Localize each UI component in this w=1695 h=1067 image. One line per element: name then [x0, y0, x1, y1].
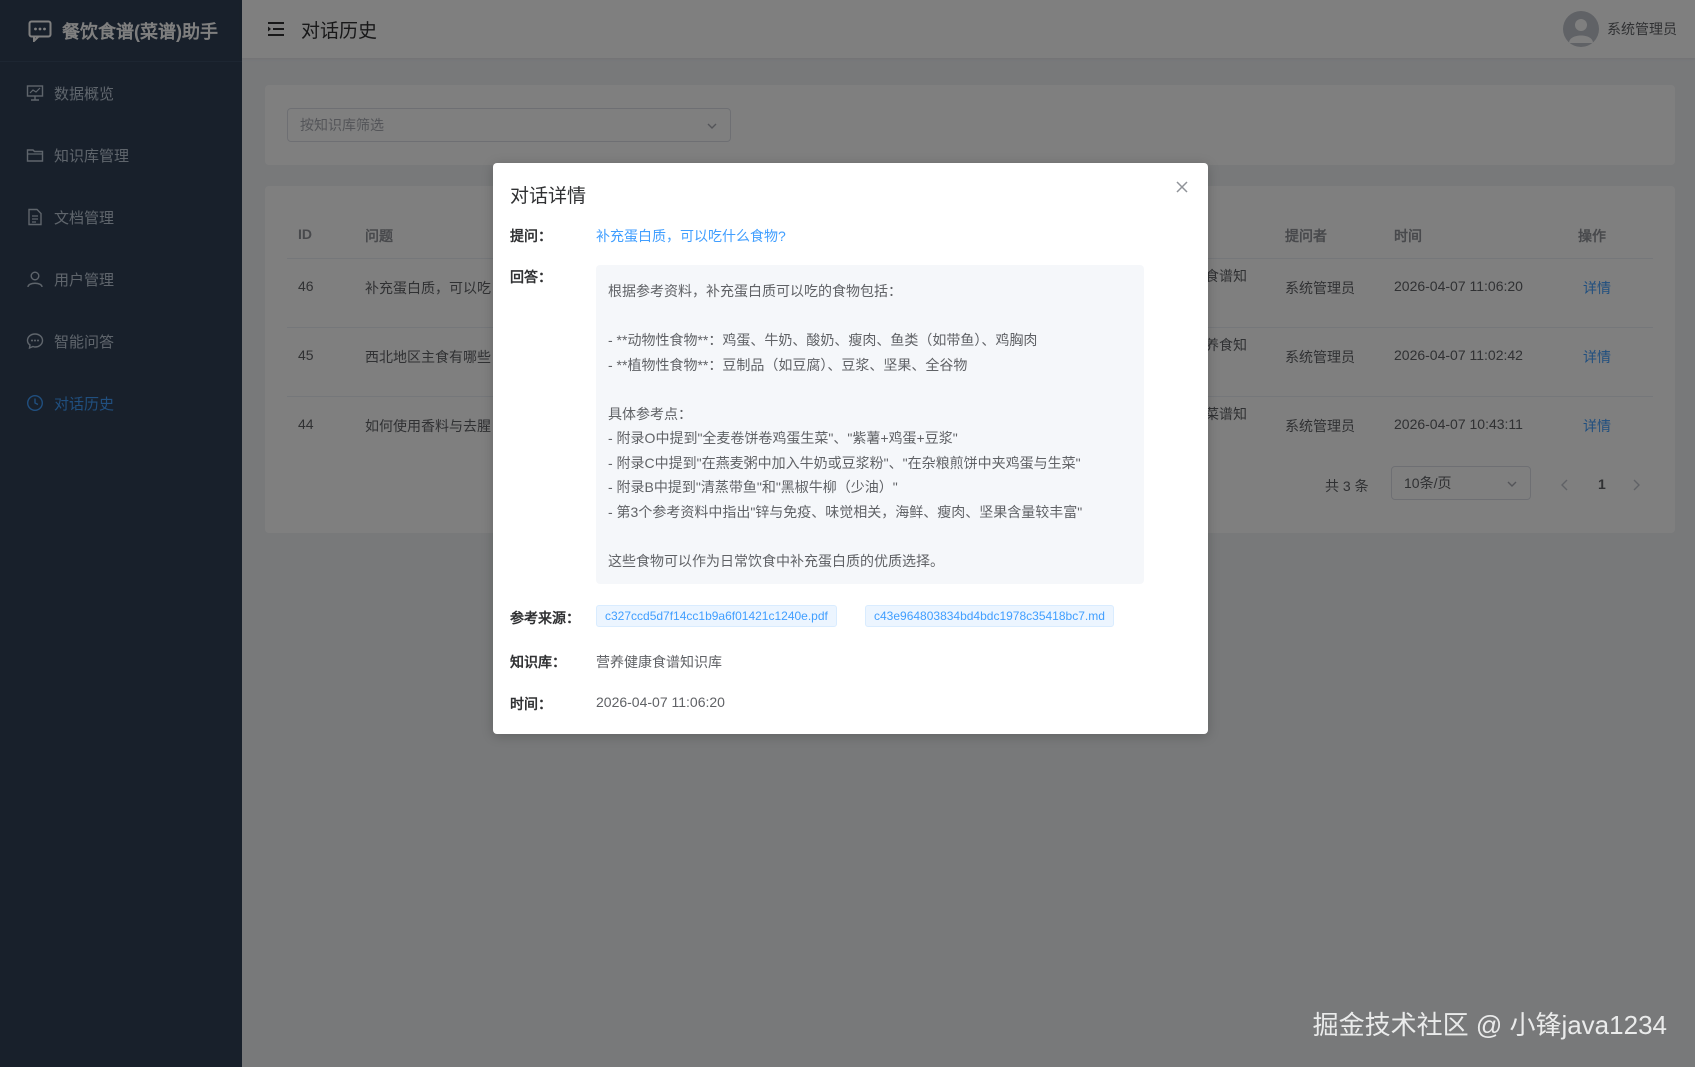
answer-line: 具体参考点：	[608, 405, 692, 422]
knowledge-base-label: 知识库：	[510, 654, 566, 670]
answer-line: - 附录B中提到"清蒸带鱼"和"黑椒牛柳（少油）"	[608, 479, 898, 495]
answer-line: - 第3个参考资料中指出"锌与免疫、味觉相关，海鲜、瘦肉、坚果含量较丰富"	[608, 503, 1083, 520]
close-icon[interactable]	[1175, 180, 1189, 194]
app-root: 餐饮食谱(菜谱)助手 数据概览 知识库管理	[0, 0, 1695, 1067]
time-value: 2026-04-07 11:06:20	[596, 694, 725, 710]
source-tag[interactable]: c43e964803834bd4bdc1978c35418bc7.md	[865, 605, 1114, 627]
answer-line: 根据参考资料，补充蛋白质可以吃的食物包括：	[608, 283, 902, 299]
source-tag[interactable]: c327ccd5d7f14cc1b9a6f01421c1240e.pdf	[596, 605, 837, 627]
knowledge-base-value: 营养健康食谱知识库	[596, 654, 722, 670]
question-label: 提问：	[510, 228, 552, 244]
conversation-detail-dialog: 对话详情 提问： 补充蛋白质，可以吃什么食物? 回答： 根据参考资料，补充蛋白质…	[493, 163, 1208, 734]
watermark: 掘金技术社区 @ 小锋java1234	[1312, 1010, 1667, 1040]
answer-content: 根据参考资料，补充蛋白质可以吃的食物包括： - **动物性食物**：鸡蛋、牛奶、酸…	[596, 265, 1144, 584]
answer-line: - 附录C中提到"在燕麦粥中加入牛奶或豆浆粉"、"在杂粮煎饼中夹鸡蛋与生菜"	[608, 454, 1081, 471]
sources-label: 参考来源：	[510, 610, 580, 626]
question-text: 补充蛋白质，可以吃什么食物?	[596, 228, 786, 244]
answer-label: 回答：	[510, 269, 552, 285]
answer-line: 这些食物可以作为日常饮食中补充蛋白质的优质选择。	[608, 552, 944, 569]
answer-line	[608, 304, 1132, 329]
answer-line: - 附录O中提到"全麦卷饼卷鸡蛋生菜"、"紫薯+鸡蛋+豆浆"	[608, 430, 958, 446]
answer-line: - **动物性食物**：鸡蛋、牛奶、酸奶、瘦肉、鱼类（如带鱼）、鸡胸肉	[608, 332, 1038, 348]
answer-line	[608, 377, 1132, 402]
dialog-title: 对话详情	[510, 186, 587, 207]
answer-line	[608, 524, 1132, 549]
answer-line: - **植物性食物**：豆制品（如豆腐）、豆浆、坚果、全谷物	[608, 356, 968, 373]
time-label: 时间：	[510, 696, 552, 712]
